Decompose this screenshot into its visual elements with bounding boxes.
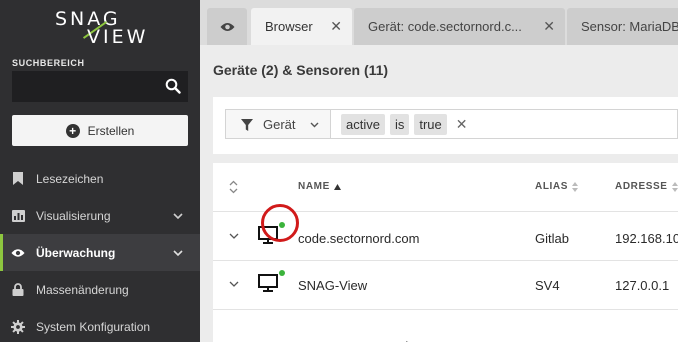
filter-chip-group[interactable]: active is true ✕ — [331, 109, 678, 139]
column-header-alias[interactable]: ALIAS — [535, 181, 578, 192]
lock-icon — [11, 283, 25, 297]
column-header-name[interactable]: NAME — [298, 181, 341, 192]
expand-collapse-all-icon[interactable] — [229, 180, 238, 194]
device-alias: SV4 — [535, 278, 560, 293]
chevron-down-icon[interactable] — [172, 247, 184, 259]
device-name[interactable]: SNAG-View — [298, 278, 367, 293]
tab-browser[interactable]: Browser ✕ — [251, 8, 352, 45]
plus-circle-icon: + — [65, 123, 80, 138]
eye-icon — [11, 246, 25, 260]
device-address: 127.0.0.1 — [615, 278, 670, 293]
chevron-down-icon[interactable] — [229, 232, 239, 240]
divider — [213, 309, 678, 310]
sidebar-item-lesezeichen[interactable]: Lesezeichen — [0, 160, 200, 197]
sidebar-item-visualisierung[interactable]: Visualisierung — [0, 197, 200, 234]
column-header-address[interactable]: ADRESSE — [615, 181, 678, 192]
bar-chart-icon — [11, 209, 25, 223]
monitor-icon — [258, 274, 278, 292]
tab-sensor[interactable]: Sensor: MariaDB — [567, 8, 678, 45]
sidebar-item-label: Visualisierung — [36, 208, 111, 223]
eye-icon — [220, 22, 235, 31]
sidebar-item-label: System Konfiguration — [36, 319, 151, 334]
column-header-label: ALIAS — [535, 181, 568, 192]
device-address: 192.168.10 — [615, 231, 678, 246]
logo-line2: VIEW — [87, 26, 149, 48]
filter-chip-operator: is — [389, 113, 410, 135]
search-label: SUCHBEREICH — [12, 58, 85, 68]
filter-type-label: Gerät — [263, 116, 296, 132]
column-header-label: ADRESSE — [615, 181, 668, 192]
highlight-circle — [261, 204, 299, 242]
chevron-down-icon[interactable] — [229, 280, 239, 288]
tab-label: Sensor: MariaDB — [581, 19, 678, 34]
filter-icon — [241, 119, 253, 131]
sidebar-item-ueberwachung[interactable]: Überwachung — [0, 234, 200, 271]
close-icon[interactable]: ✕ — [330, 18, 342, 35]
sidebar-item-label: Massenänderung — [36, 282, 129, 297]
tab-monitoring-eye[interactable] — [207, 8, 247, 45]
gear-icon — [11, 319, 25, 334]
sort-icon — [572, 181, 578, 192]
bookmark-icon — [11, 172, 25, 186]
sort-icon — [671, 181, 678, 192]
chevron-down-icon — [310, 122, 319, 128]
sidebar-item-system-konfiguration[interactable]: System Konfiguration — [0, 308, 200, 342]
page-title: Geräte (2) & Sensoren (11) — [213, 62, 389, 78]
filter-chip-value: true — [414, 113, 447, 135]
search-icon[interactable] — [160, 73, 186, 99]
tab-geraet[interactable]: Gerät: code.sectornord.c... ✕ — [354, 8, 565, 45]
filter-chip-field: active — [341, 113, 385, 135]
device-name[interactable]: code.sectornord.com — [298, 231, 419, 246]
tab-label: Browser — [265, 19, 313, 34]
sort-asc-icon — [333, 183, 341, 190]
snag-view-logo[interactable]: SNAG VIEW — [55, 8, 150, 48]
tab-bar: Browser ✕ Gerät: code.sectornord.c... ✕ … — [200, 0, 678, 45]
device-alias: Gitlab — [535, 231, 569, 246]
mouse-cursor-icon: ▸ — [406, 338, 410, 342]
filter-type-dropdown[interactable]: Gerät — [225, 109, 331, 139]
status-online-icon — [279, 270, 285, 276]
remove-filter-icon[interactable]: ✕ — [456, 116, 468, 133]
chevron-down-icon[interactable] — [172, 210, 184, 222]
device-table: NAME ALIAS ADRESSE code.sectornord.com G… — [213, 163, 678, 342]
divider — [213, 260, 678, 261]
create-button-label: Erstellen — [87, 123, 135, 138]
sidebar-item-label: Überwachung — [36, 245, 116, 260]
close-icon[interactable]: ✕ — [543, 18, 555, 35]
sidebar-item-label: Lesezeichen — [36, 171, 104, 186]
column-header-label: NAME — [298, 181, 330, 192]
filter-bar: Gerät active is true ✕ — [213, 97, 678, 154]
sidebar: SNAG VIEW SUCHBEREICH + Erstellen Leseze… — [0, 0, 200, 342]
tab-label: Gerät: code.sectornord.c... — [368, 19, 522, 34]
create-button[interactable]: + Erstellen — [12, 115, 188, 146]
sidebar-item-massenaenderung[interactable]: Massenänderung — [0, 271, 200, 308]
